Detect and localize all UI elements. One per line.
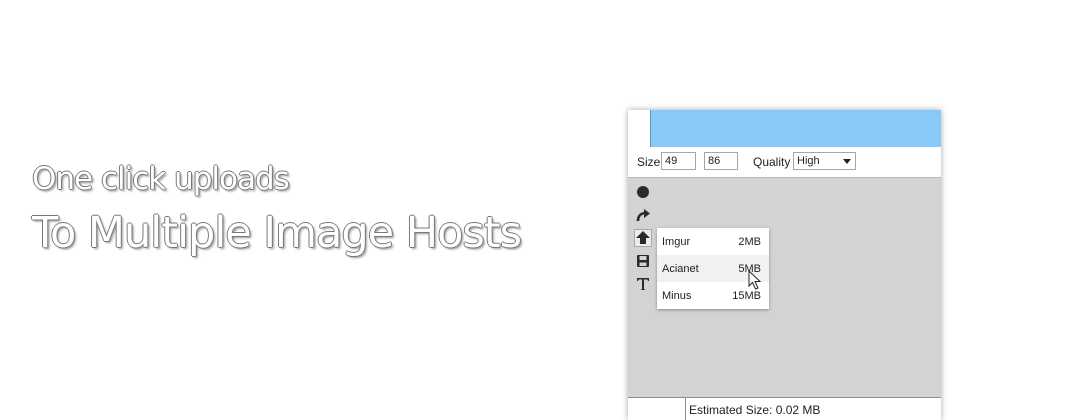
mouse-pointer-icon [748, 270, 762, 290]
quality-select[interactable]: High [793, 152, 856, 170]
image-canvas[interactable] [628, 110, 941, 147]
promo-line-1: One click uploads [32, 161, 290, 197]
save-icon [637, 255, 649, 267]
chevron-down-icon [843, 159, 851, 164]
canvas-left-margin [628, 110, 651, 147]
upload-icon [636, 231, 650, 244]
host-size-limit: 2MB [738, 236, 761, 248]
options-toolbar: Size 49 86 Quality High [628, 147, 941, 178]
size-label: Size [637, 155, 661, 169]
status-divider [685, 398, 686, 420]
promo-line-2: To Multiple Image Hosts [32, 208, 522, 258]
host-size-limit: 15MB [732, 290, 761, 302]
height-input[interactable]: 86 [704, 152, 738, 170]
circle-tool-button[interactable] [634, 183, 652, 201]
upload-host-menu: Imgur 2MB Acianet 5MB Minus 15MB [657, 228, 769, 309]
quality-select-value: High [797, 155, 820, 167]
menu-item-imgur[interactable]: Imgur 2MB [657, 228, 769, 255]
redo-icon [636, 208, 650, 221]
width-input[interactable]: 49 [661, 152, 696, 170]
circle-icon [637, 186, 649, 198]
image-editor-window: Size 49 86 Quality High Imgur 2MB Aciane… [628, 110, 941, 420]
status-bar: Estimated Size: 0.02 MB [628, 397, 941, 420]
save-tool-button[interactable] [634, 252, 652, 270]
upload-tool-button[interactable] [634, 229, 652, 247]
host-name: Acianet [662, 263, 699, 275]
quality-label: Quality [753, 155, 791, 169]
text-tool-button[interactable] [634, 275, 652, 293]
estimated-size-text: Estimated Size: 0.02 MB [689, 403, 821, 417]
text-icon [637, 278, 649, 290]
redo-tool-button[interactable] [634, 206, 652, 224]
host-name: Minus [662, 290, 692, 302]
host-name: Imgur [662, 236, 691, 248]
